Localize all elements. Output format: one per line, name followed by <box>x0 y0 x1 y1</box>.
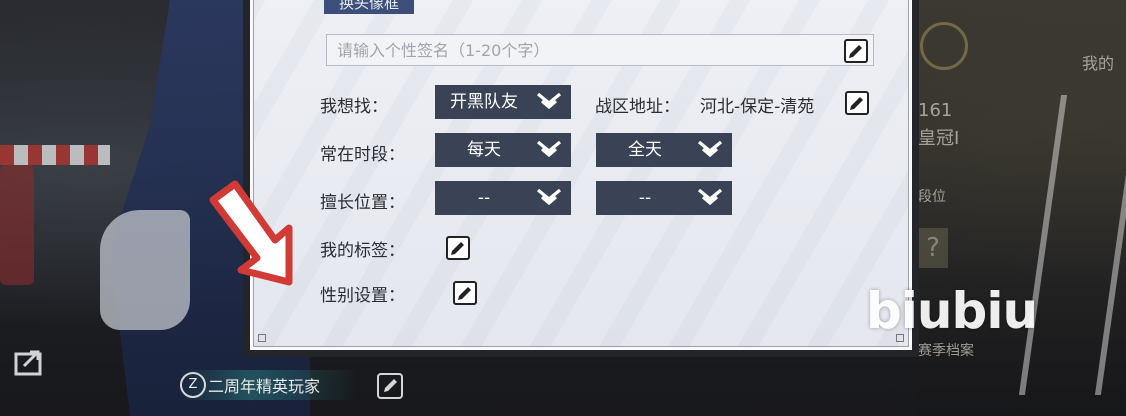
double-chevron-down-icon <box>536 188 562 206</box>
active-time-select[interactable]: 全天 <box>596 133 732 167</box>
profile-rank-name: 皇冠Ⅰ <box>918 128 960 149</box>
looking-for-value: 开黑队友 <box>450 92 518 112</box>
primary-position-select[interactable]: -- <box>435 181 571 215</box>
zone-address-value: 河北-保定-清苑 <box>700 97 815 117</box>
character-sleeve <box>100 210 190 330</box>
double-chevron-down-icon <box>536 92 562 110</box>
profile-rank-number: 161 <box>918 100 953 121</box>
double-chevron-down-icon <box>697 140 723 158</box>
rank-emblem-icon <box>920 22 968 70</box>
annotation-arrow-icon <box>209 180 293 286</box>
secondary-position-value: -- <box>638 188 652 208</box>
gender-setting-label: 性别设置： <box>320 286 405 306</box>
active-period-label: 常在时段： <box>320 145 405 165</box>
double-chevron-down-icon <box>697 188 723 206</box>
watermark-logo: biubiu <box>866 282 1038 340</box>
background-post <box>0 165 34 285</box>
active-day-select[interactable]: 每天 <box>435 133 571 167</box>
double-chevron-down-icon <box>536 140 562 158</box>
profile-settings-dialog: 换头像框 我想找： 开黑队友 战区地址： 河北-保定-清苑 常在时段： 每天 <box>243 0 919 357</box>
season-archive-link[interactable]: 赛季档案 <box>918 340 974 360</box>
frame-corner <box>258 334 266 342</box>
anniversary-badge: Z 二周年精英玩家 <box>178 370 358 400</box>
unknown-card: ? <box>918 228 948 268</box>
badge-label: 二周年精英玩家 <box>208 377 321 396</box>
active-day-value: 每天 <box>467 140 501 160</box>
profile-text-mine: 我的 <box>1082 54 1115 73</box>
signature-input[interactable] <box>326 34 874 66</box>
good-position-label: 擅长位置： <box>320 193 405 213</box>
badge-glyph: Z <box>180 372 206 398</box>
secondary-position-select[interactable]: -- <box>596 181 732 215</box>
zone-address-edit-icon[interactable] <box>845 91 869 115</box>
looking-for-select[interactable]: 开黑队友 <box>435 85 571 119</box>
signature-edit-icon[interactable] <box>844 39 868 63</box>
my-tags-label: 我的标签： <box>320 241 405 261</box>
background-umbrella <box>0 145 110 165</box>
dialog-body: 换头像框 我想找： 开黑队友 战区地址： 河北-保定-清苑 常在时段： 每天 <box>253 0 909 347</box>
primary-position-value: -- <box>477 188 491 208</box>
looking-for-label: 我想找： <box>320 97 388 117</box>
share-icon[interactable] <box>14 346 48 376</box>
active-time-value: 全天 <box>628 140 662 160</box>
my-tags-edit-icon[interactable] <box>446 236 470 260</box>
edit-icon[interactable] <box>376 372 406 400</box>
gender-edit-icon[interactable] <box>453 281 477 305</box>
profile-rank-label: 段位 <box>918 189 946 205</box>
change-avatar-frame-button[interactable]: 换头像框 <box>324 0 414 14</box>
zone-address-label: 战区地址： <box>595 97 680 117</box>
